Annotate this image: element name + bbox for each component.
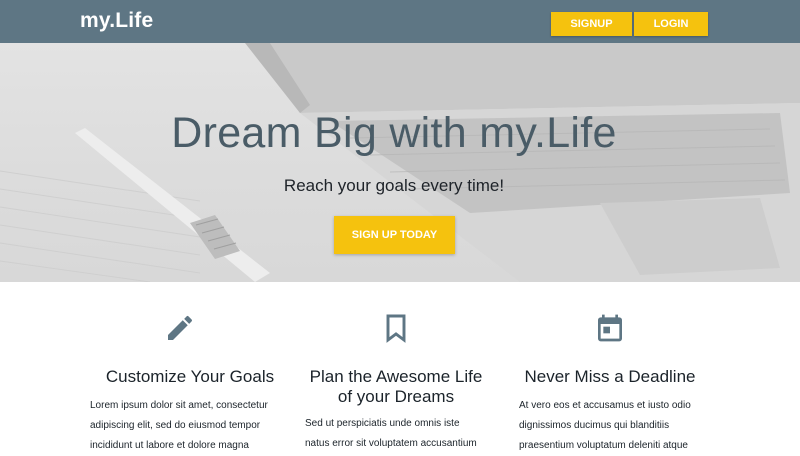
feature-title: Never Miss a Deadline: [524, 367, 696, 386]
feature-title: Plan the Awesome Life of your Dreams: [309, 367, 483, 406]
bookmark-icon: [386, 314, 406, 343]
calendar-icon: [598, 314, 622, 342]
hero-section: Dream Big with my.Life Reach your goals …: [0, 43, 800, 282]
pencil-icon: [168, 315, 193, 340]
brand-logo[interactable]: my.Life: [80, 9, 153, 33]
feature-title: Customize Your Goals: [105, 367, 275, 386]
feature-description: Lorem ipsum dolor sit amet, consectetur …: [90, 400, 268, 451]
top-nav-bar: my.Life SIGNUP LOGIN: [0, 0, 800, 43]
sign-up-today-button[interactable]: SIGN UP TODAY: [334, 216, 455, 254]
login-button[interactable]: LOGIN: [634, 12, 708, 36]
features-section: Customize Your Goals Lorem ipsum dolor s…: [0, 282, 800, 453]
signup-button[interactable]: SIGNUP: [551, 12, 632, 36]
feature-description: At vero eos et accusamus et iusto odio d…: [519, 400, 691, 451]
hero-subtitle: Reach your goals every time!: [283, 176, 505, 195]
hero-title: Dream Big with my.Life: [171, 109, 617, 157]
feature-description: Sed ut perspiciatis unde omnis iste natu…: [305, 418, 477, 449]
